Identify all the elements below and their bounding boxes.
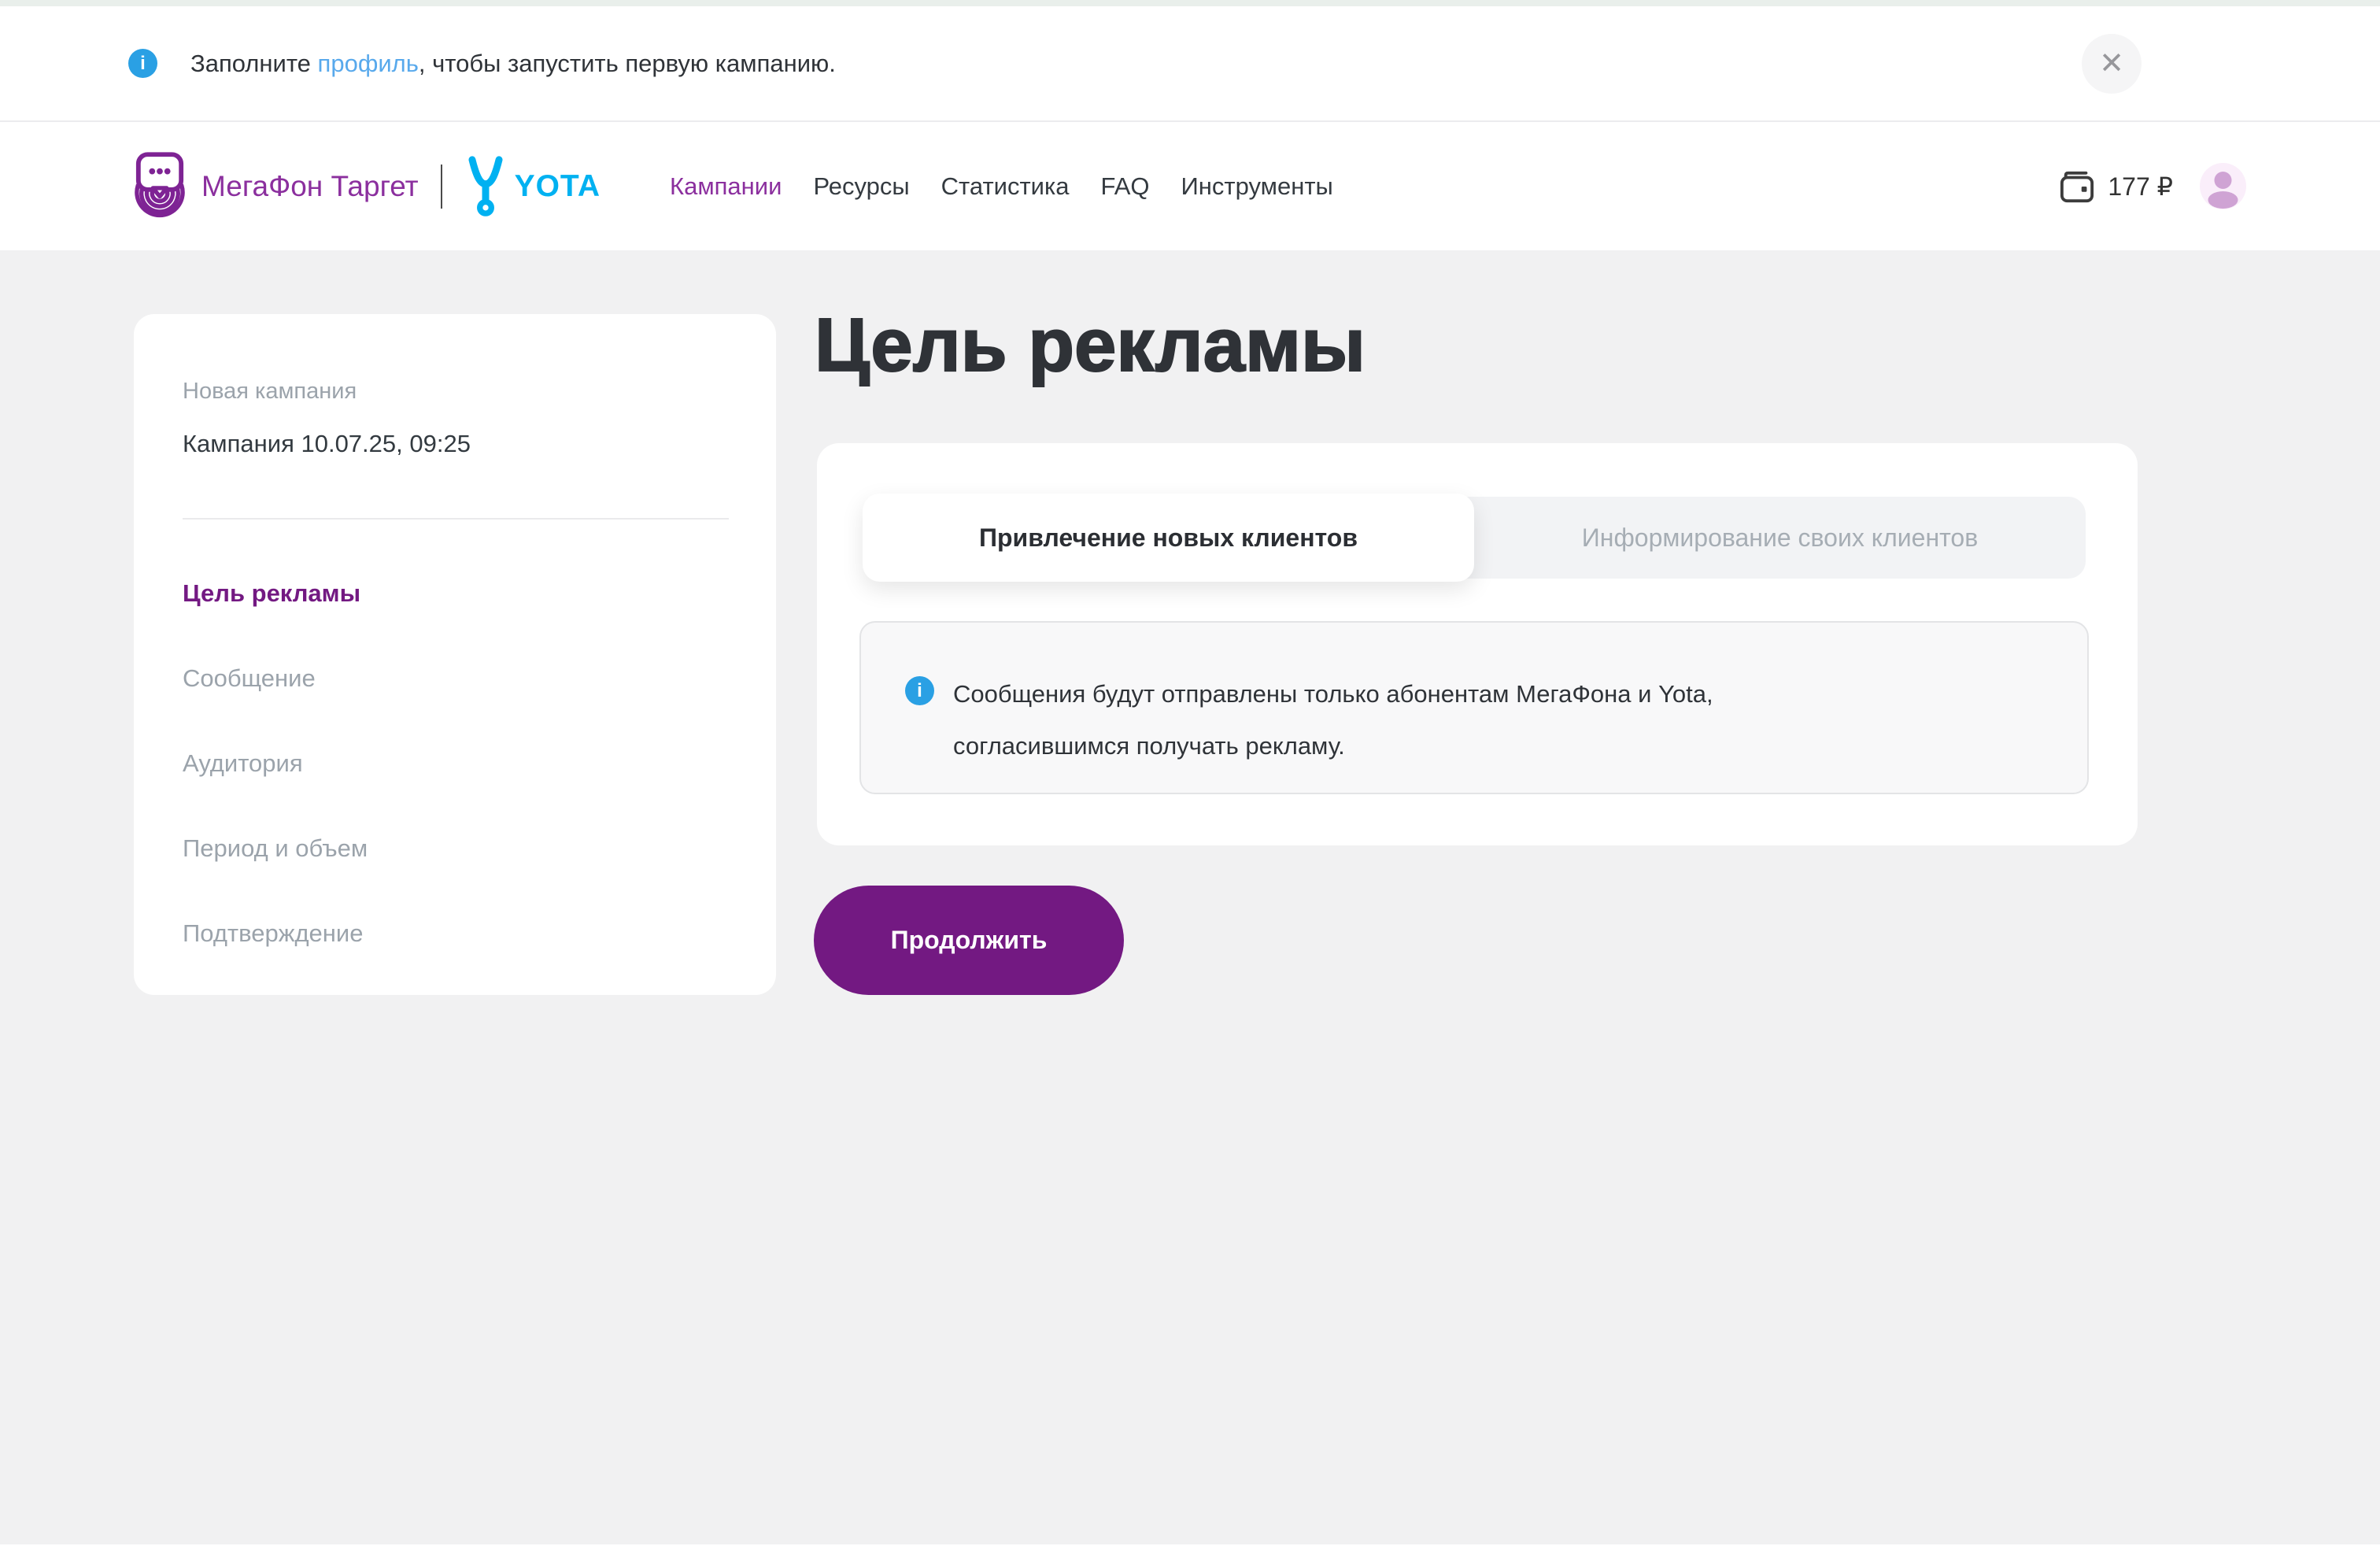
info-note: i Сообщения будут отправлены только абон…: [859, 621, 2089, 794]
profile-link[interactable]: профиль: [318, 50, 419, 77]
info-note-text: Сообщения будут отправлены только абонен…: [953, 668, 1713, 793]
nav-item-tools[interactable]: Инструменты: [1181, 172, 1333, 201]
goal-tabs: Привлечение новых клиентов Информировани…: [863, 497, 2086, 579]
brand-name: МегаФон Таргет: [201, 170, 419, 203]
campaign-steps: Цель рекламы Сообщение Аудитория Период …: [183, 579, 729, 948]
close-banner-button[interactable]: ✕: [2082, 34, 2142, 94]
tab-own-clients[interactable]: Информирование своих клиентов: [1474, 497, 2086, 579]
banner-text-after: , чтобы запустить первую кампанию.: [419, 50, 836, 77]
logo-divider: [441, 165, 442, 209]
sidebar-step-goal[interactable]: Цель рекламы: [183, 579, 729, 608]
banner-text: Заполните профиль, чтобы запустить перву…: [190, 50, 836, 78]
tab-new-clients[interactable]: Привлечение новых клиентов: [863, 494, 1474, 582]
campaign-section-label: Новая кампания: [183, 379, 729, 405]
sidebar-step-period[interactable]: Период и объем: [183, 834, 729, 863]
campaign-sidebar: Новая кампания Кампания 10.07.25, 09:25 …: [134, 314, 776, 995]
main-nav: Кампании Ресурсы Статистика FAQ Инструме…: [670, 172, 1333, 201]
info-note-line2: согласившимся получать рекламу.: [953, 732, 1345, 760]
info-icon: i: [905, 676, 934, 705]
page-title: Цель рекламы: [815, 302, 1366, 389]
info-icon: i: [128, 49, 157, 78]
sidebar-divider: [183, 518, 729, 520]
nav-item-campaigns[interactable]: Кампании: [670, 172, 782, 201]
balance-button[interactable]: 177 ₽: [2059, 169, 2173, 204]
yota-logo[interactable]: YOTA: [464, 156, 601, 217]
sidebar-step-confirmation[interactable]: Подтверждение: [183, 919, 729, 948]
person-icon: [2200, 163, 2246, 209]
wallet-icon: [2059, 169, 2095, 204]
nav-item-faq[interactable]: FAQ: [1100, 172, 1149, 201]
profile-notice-banner: i Заполните профиль, чтобы запустить пер…: [0, 6, 2380, 122]
window-top-edge: [0, 0, 2380, 6]
app-window: i Заполните профиль, чтобы запустить пер…: [0, 0, 2380, 1546]
megafon-logo-icon: [134, 150, 186, 223]
nav-item-statistics[interactable]: Статистика: [941, 172, 1070, 201]
sidebar-step-audience[interactable]: Аудитория: [183, 749, 729, 778]
yota-icon: [464, 156, 507, 217]
info-note-line1: Сообщения будут отправлены только абонен…: [953, 680, 1713, 708]
close-icon: ✕: [2099, 49, 2124, 79]
megafon-target-logo[interactable]: МегаФон Таргет: [134, 150, 419, 223]
goal-card: Привлечение новых клиентов Информировани…: [817, 443, 2138, 845]
nav-item-resources[interactable]: Ресурсы: [813, 172, 909, 201]
main-content: Новая кампания Кампания 10.07.25, 09:25 …: [0, 250, 2380, 1544]
app-header: МегаФон Таргет YOTA Кампании Ресурсы Ста…: [0, 122, 2380, 250]
banner-text-before: Заполните: [190, 50, 318, 77]
campaign-name: Кампания 10.07.25, 09:25: [183, 430, 729, 458]
balance-amount: 177 ₽: [2108, 172, 2173, 202]
sidebar-step-message[interactable]: Сообщение: [183, 664, 729, 693]
continue-button[interactable]: Продолжить: [814, 886, 1124, 995]
user-avatar-button[interactable]: [2200, 163, 2246, 209]
yota-wordmark: YOTA: [515, 169, 601, 204]
